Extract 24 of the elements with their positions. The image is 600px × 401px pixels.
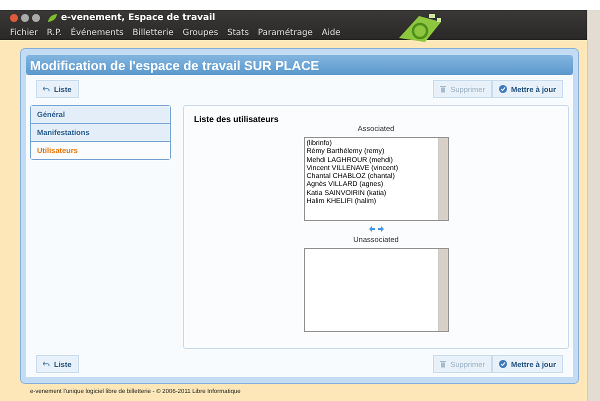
right-arrow-icon[interactable] [378,226,384,232]
section-title: Liste des utilisateurs [194,114,279,124]
page-title: Modification de l'espace de travail SUR PLACE [26,55,573,75]
window-scrollbar[interactable] [587,10,600,401]
window-title: e-venement, Espace de travail [61,12,216,22]
menu-item[interactable]: Aide [322,28,341,38]
scrollbar[interactable] [438,138,448,220]
menu-item[interactable]: Billetterie [132,28,174,38]
menu-item[interactable]: R.P. [46,28,62,38]
trash-icon [440,85,446,93]
menu-item[interactable]: Fichier [10,28,38,38]
trash-icon [440,360,446,368]
back-arrow-icon [43,86,50,92]
leaf-icon [48,14,57,22]
check-circle-icon [498,360,507,368]
back-arrow-icon [43,360,50,368]
menu-item[interactable]: Groupes [182,28,218,38]
scrollbar[interactable] [438,249,448,331]
menu-item[interactable]: Paramétrage [258,28,313,38]
left-arrow-icon[interactable] [368,226,374,232]
menu-item[interactable]: Stats [227,28,249,38]
check-circle-icon [498,85,507,93]
unassociated-listbox[interactable] [304,248,448,332]
menu-item[interactable]: Événements [70,28,124,38]
